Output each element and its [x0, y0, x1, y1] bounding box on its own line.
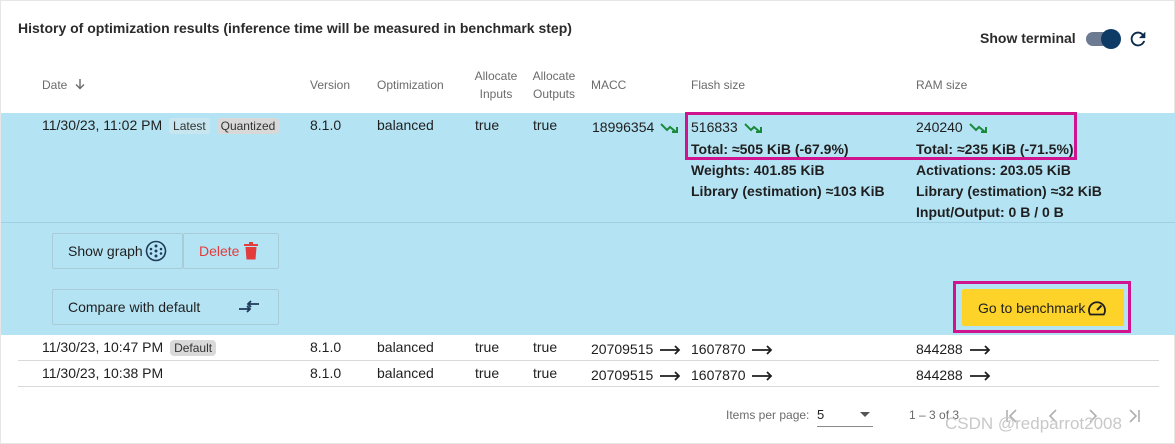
quantized-badge: Quantized	[216, 118, 280, 134]
flash-library: Library (estimation) ≈103 KiB	[691, 183, 885, 199]
column-header-date[interactable]: Date	[42, 76, 86, 94]
refresh-icon[interactable]	[1127, 28, 1149, 50]
column-header-allocate-outputs-line1: Allocate	[532, 69, 576, 83]
ram-activations: Activations: 203.05 KiB	[916, 162, 1071, 178]
row-1-ram: 844288	[916, 341, 963, 357]
row-2-date: 11/30/23, 10:38 PM	[42, 365, 164, 381]
delete-button[interactable]: Delete	[183, 233, 279, 269]
row-2-optimization: balanced	[377, 365, 434, 381]
toggle-knob	[1100, 29, 1121, 49]
watermark: CSDN @redparrot2008	[945, 414, 1122, 433]
go-to-benchmark-label: Go to benchmark	[978, 299, 1086, 316]
row-2-ram: 844288	[916, 367, 963, 383]
row-divider	[18, 360, 1159, 361]
last-page-icon[interactable]	[1127, 409, 1141, 423]
column-header-allocate-inputs-line1: Allocate	[474, 69, 518, 83]
ram-input-output: Input/Output: 0 B / 0 B	[916, 204, 1064, 220]
latest-badge: Latest	[169, 118, 210, 134]
arrow-right-icon	[660, 345, 681, 355]
column-header-allocate-inputs: Allocate Inputs	[472, 67, 520, 103]
row-1-optimization: balanced	[377, 339, 434, 355]
terminal-toggle-label: Show terminal	[980, 30, 1076, 46]
row-divider	[18, 386, 1159, 387]
arrow-right-icon	[969, 371, 990, 381]
compare-label: Compare with default	[68, 299, 201, 315]
column-header-allocate-outputs-line2: Outputs	[532, 87, 576, 101]
arrow-down-icon	[75, 79, 85, 90]
column-header-ram: RAM size	[916, 78, 968, 92]
items-per-page-select[interactable]: 5	[817, 403, 873, 427]
row-2-macc-cell: 20709515	[591, 367, 681, 383]
delete-label: Delete	[199, 243, 240, 259]
column-header-optimization: Optimization	[377, 78, 444, 92]
terminal-toggle-group: Show terminal	[980, 29, 1121, 49]
selected-row-date: 11/30/23, 11:02 PM	[42, 117, 163, 133]
row-2-macc: 20709515	[591, 367, 654, 383]
selected-row-divider	[1, 222, 1175, 223]
ram-library: Library (estimation) ≈32 KiB	[916, 183, 1102, 199]
compare-arrows-icon	[239, 300, 260, 313]
selected-row-allocate-inputs: true	[475, 117, 500, 133]
row-1-version: 8.1.0	[310, 339, 342, 355]
items-per-page-label: Items per page:	[726, 408, 810, 422]
row-2-version: 8.1.0	[310, 365, 342, 381]
column-header-version: Version	[310, 78, 351, 92]
flash-weights: Weights: 401.85 KiB	[691, 162, 825, 178]
show-graph-button[interactable]: Show graph	[52, 233, 183, 269]
selected-row-macc-value: 18996354	[592, 119, 655, 135]
column-header-macc: MACC	[591, 78, 627, 92]
arrow-right-icon	[969, 345, 990, 355]
items-per-page-value: 5	[817, 407, 825, 422]
arrow-right-icon	[752, 371, 773, 381]
row-1-allocate-outputs: true	[533, 339, 558, 355]
selected-row-allocate-outputs: true	[533, 117, 558, 133]
row-1-flash: 1607870	[691, 341, 746, 357]
row-1-macc: 20709515	[591, 341, 654, 357]
column-header-date-label: Date	[42, 78, 68, 92]
graph-icon	[145, 240, 167, 262]
optimization-history-card: History of optimization results (inferen…	[0, 0, 1175, 444]
row-1-date-cell: 11/30/23, 10:47 PM Default	[42, 339, 217, 356]
arrow-right-icon	[752, 345, 773, 355]
column-header-allocate-outputs: Allocate Outputs	[530, 67, 578, 103]
chevron-down-icon	[860, 412, 870, 417]
row-2-flash: 1607870	[691, 367, 746, 383]
default-badge: Default	[170, 340, 217, 356]
column-header-flash: Flash size	[691, 78, 746, 92]
selected-row-version: 8.1.0	[310, 117, 342, 133]
page-title: History of optimization results (inferen…	[18, 20, 572, 36]
selected-row-optimization: balanced	[377, 117, 434, 133]
size-highlight-box	[685, 112, 1077, 160]
arrow-right-icon	[660, 371, 681, 381]
row-1-date: 11/30/23, 10:47 PM	[42, 339, 164, 355]
compare-with-default-button[interactable]: Compare with default	[52, 289, 279, 325]
row-2-allocate-inputs: true	[475, 365, 500, 381]
trending-down-icon	[660, 123, 679, 134]
column-header-allocate-inputs-line2: Inputs	[479, 87, 513, 101]
selected-row-macc: 18996354	[592, 119, 680, 135]
row-2-flash-cell: 1607870	[691, 367, 773, 383]
selected-row-date-cell: 11/30/23, 11:02 PM Latest Quantized	[42, 117, 280, 134]
row-1-flash-cell: 1607870	[691, 341, 773, 357]
row-2-ram-cell: 844288	[916, 367, 991, 383]
trash-icon	[244, 242, 259, 260]
row-2-allocate-outputs: true	[533, 365, 558, 381]
show-graph-label: Show graph	[68, 243, 143, 259]
speedometer-icon	[1088, 300, 1107, 315]
row-1-macc-cell: 20709515	[591, 341, 681, 357]
terminal-toggle[interactable]	[1084, 29, 1121, 49]
go-to-benchmark-button[interactable]: Go to benchmark	[962, 289, 1124, 326]
row-1-ram-cell: 844288	[916, 341, 991, 357]
row-1-allocate-inputs: true	[475, 339, 500, 355]
